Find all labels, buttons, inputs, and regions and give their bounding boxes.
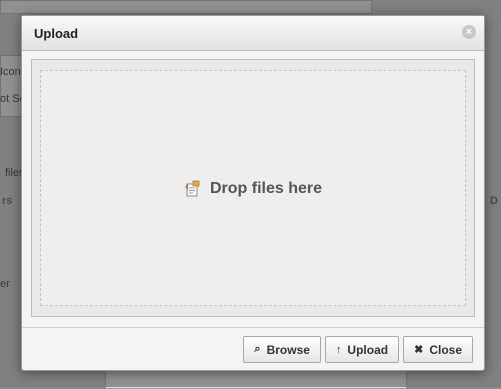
upload-doc-icon: [184, 180, 200, 197]
upload-button-label: Upload: [347, 342, 389, 357]
dialog-title: Upload: [34, 26, 79, 41]
close-button[interactable]: ✖ Close: [403, 336, 473, 363]
drop-files-label: Drop files here: [209, 180, 323, 197]
dialog-titlebar: Upload ×: [22, 16, 484, 51]
browse-button-label: Browse: [266, 342, 310, 357]
drop-zone-content: Drop files here: [184, 180, 322, 198]
upload-dialog: Upload × Drop files here ⌕ Browse ↑ Uplo…: [21, 15, 485, 371]
arrow-up-icon: ↑: [335, 343, 342, 356]
upload-button[interactable]: ↑ Upload: [324, 336, 400, 363]
browse-button[interactable]: ⌕ Browse: [243, 336, 321, 363]
dialog-close-icon[interactable]: ×: [462, 25, 476, 39]
close-button-label: Close: [429, 342, 462, 357]
drop-zone[interactable]: Drop files here: [40, 70, 466, 306]
footer-divider: [22, 327, 484, 328]
dialog-body: Drop files here: [31, 59, 475, 317]
dialog-footer: ⌕ Browse ↑ Upload ✖ Close: [243, 336, 473, 363]
search-icon: ⌕: [254, 343, 261, 355]
close-icon: ✖: [414, 344, 424, 356]
